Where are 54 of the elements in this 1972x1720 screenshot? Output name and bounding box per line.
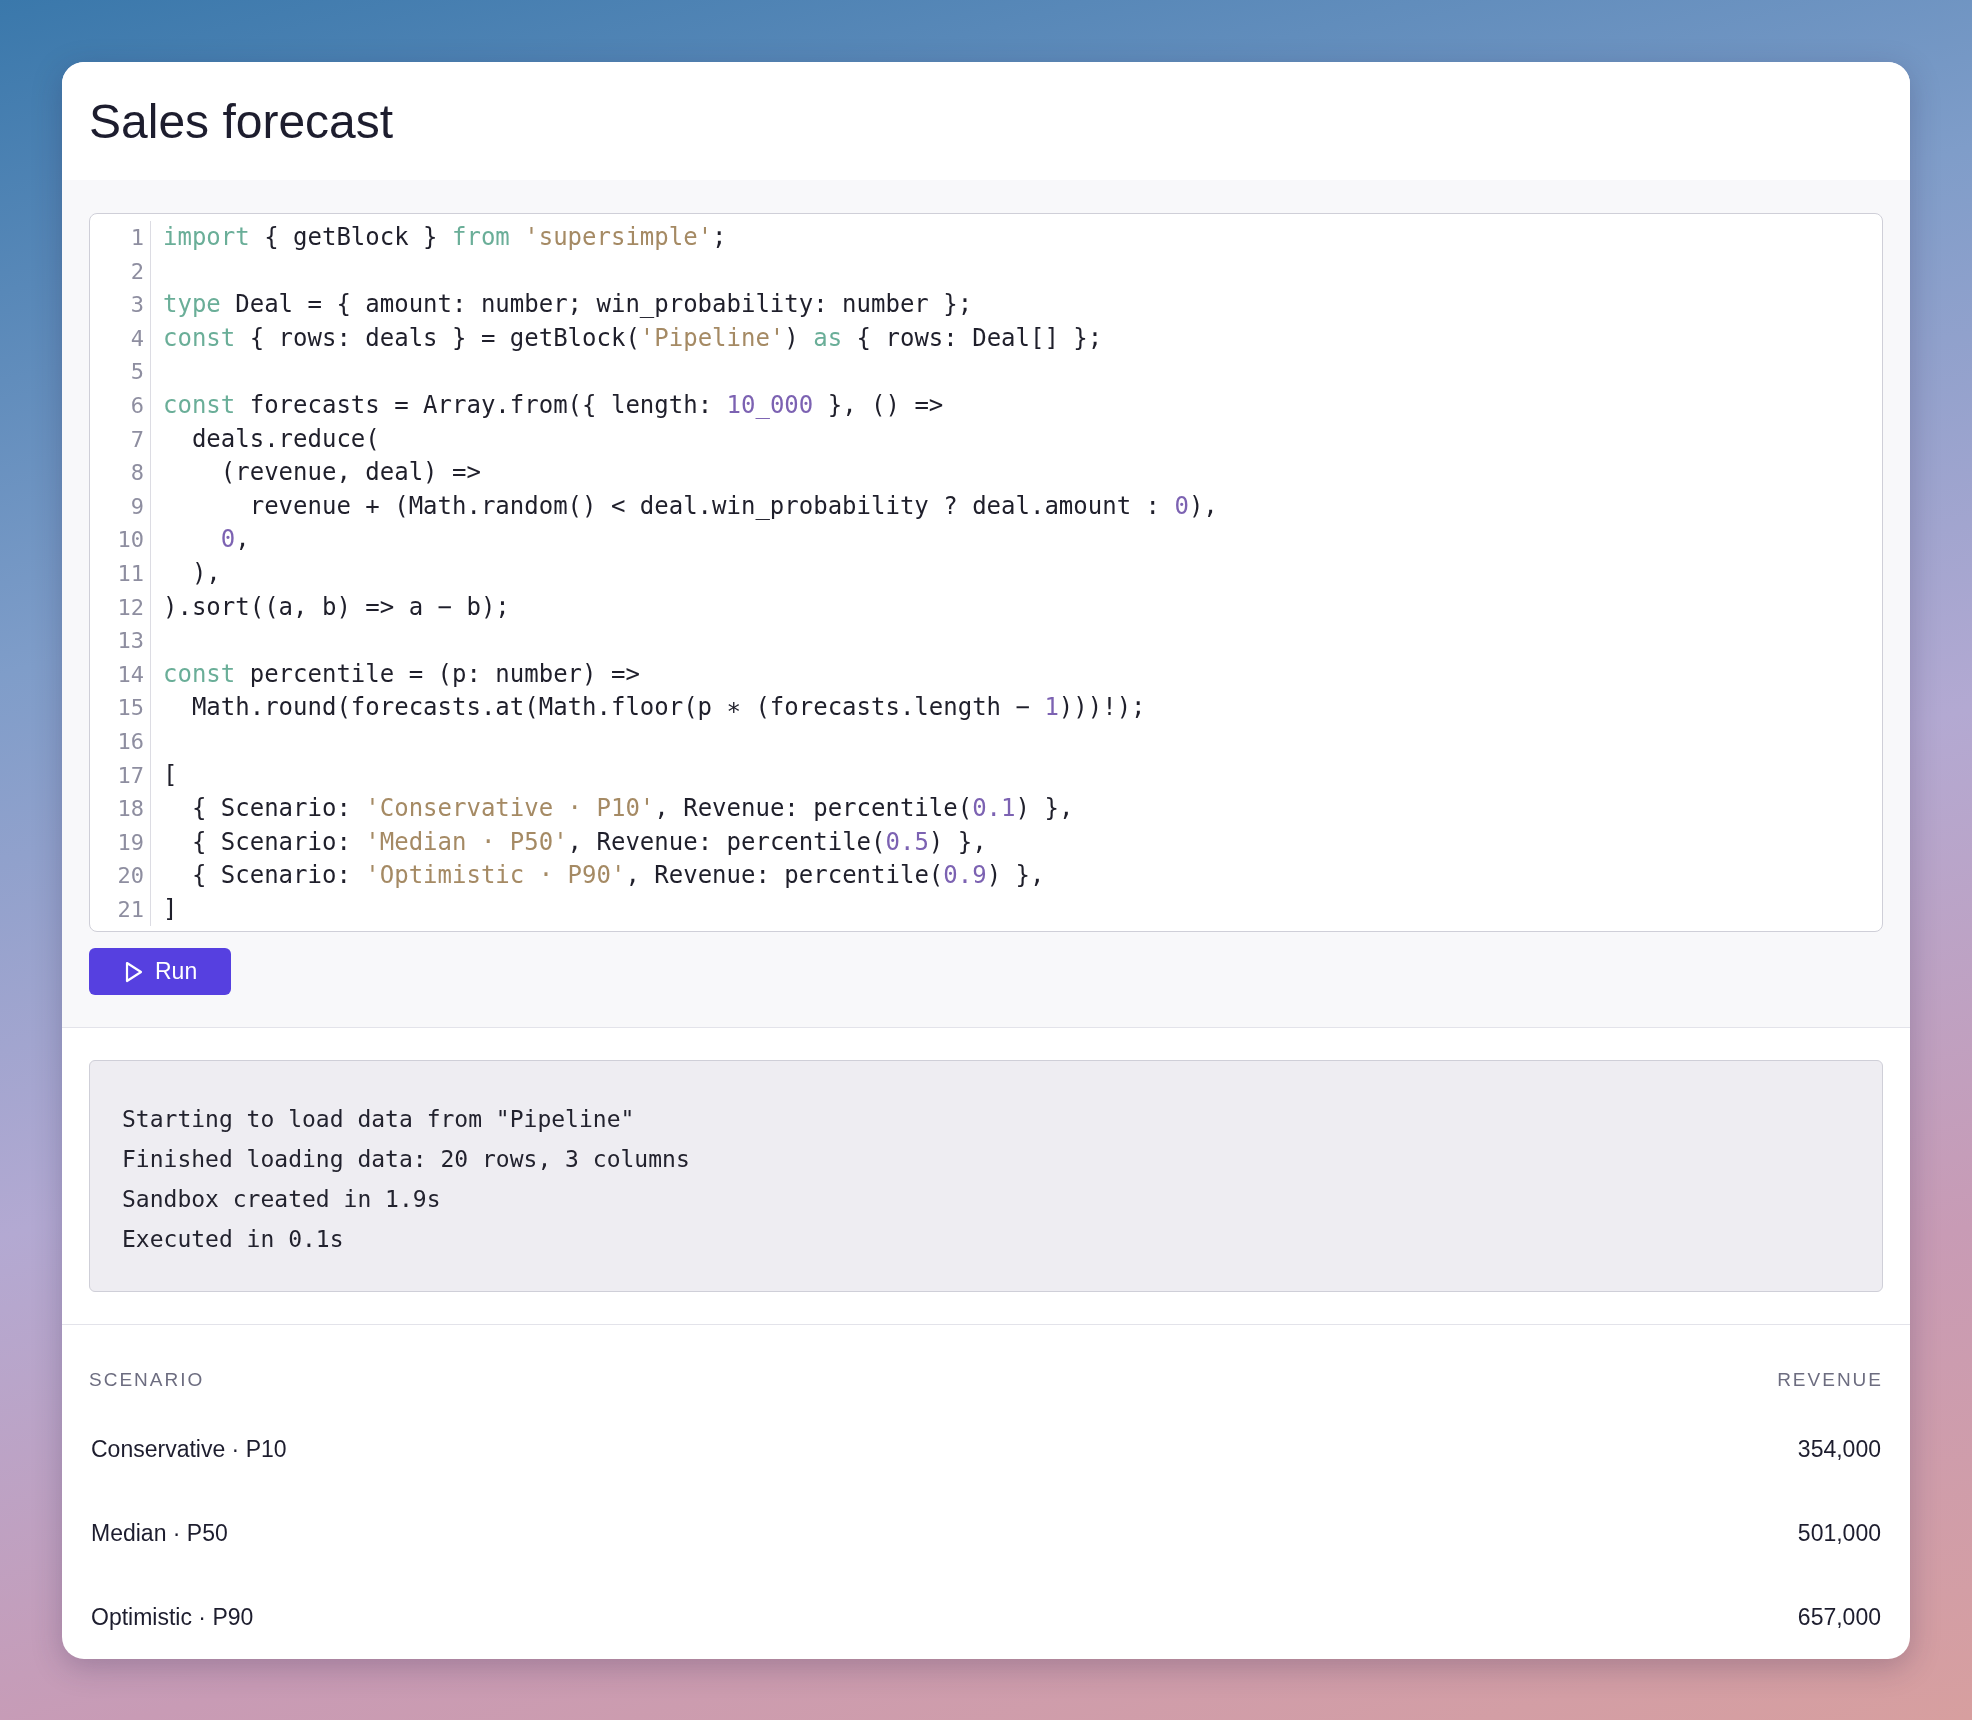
line-number: 7 xyxy=(129,425,144,454)
table-cell: Conservative · P10 xyxy=(91,1435,287,1463)
line-number: 9 xyxy=(129,492,144,521)
code-line: const forecasts = Array.from({ length: 10_000 }, () => xyxy=(163,389,944,421)
code-line: type Deal = { amount: number; win_probability: number }; xyxy=(163,289,973,321)
line-number: 18 xyxy=(116,795,144,824)
code-line: revenue + (Math.random() < deal.win_probability ? deal.amount : 0), xyxy=(248,490,1218,522)
table-cell: 501,000 xyxy=(1797,1519,1881,1547)
column-header: SCENARIO xyxy=(89,1369,205,1392)
code-line: { Scenario: 'Conservative · P10', Revenue: percentile(0.1) }, xyxy=(190,793,1074,825)
code-line: import { getBlock } from 'supersimple'; xyxy=(163,222,727,253)
line-number: 17 xyxy=(116,761,144,790)
line-number: 11 xyxy=(116,559,144,588)
code-line: { Scenario: 'Optimistic · P90', Revenue: percentile(0.9) }, xyxy=(190,860,1045,892)
line-number: 21 xyxy=(116,895,144,924)
table-cell: 657,000 xyxy=(1797,1603,1881,1631)
console-line: Executed in 0.1s xyxy=(122,1225,345,1255)
play-icon xyxy=(125,960,143,983)
table-cell: 354,000 xyxy=(1797,1435,1881,1463)
line-number: 8 xyxy=(129,459,144,488)
line-number: 12 xyxy=(116,593,144,622)
line-number: 16 xyxy=(116,727,144,756)
console-line: Starting to load data from "Pipeline" xyxy=(122,1105,636,1135)
line-number: 3 xyxy=(129,291,144,320)
line-number: 19 xyxy=(116,828,144,857)
line-number: 13 xyxy=(116,627,144,656)
code-line: ] xyxy=(163,893,178,925)
line-number: 6 xyxy=(129,391,144,420)
code-line: const percentile = (p: number) => xyxy=(163,658,640,690)
page-title: Sales forecast xyxy=(89,94,395,150)
code-line: ), xyxy=(190,557,221,589)
line-number: 2 xyxy=(129,257,144,286)
line-number: 15 xyxy=(116,694,144,723)
code-line: { Scenario: 'Median · P50', Revenue: percentile(0.5) }, xyxy=(190,826,987,858)
line-number: 5 xyxy=(129,358,144,387)
console-line: Sandbox created in 1.9s xyxy=(122,1185,442,1215)
line-number: 10 xyxy=(116,526,144,555)
line-number: 1 xyxy=(129,224,144,252)
code-line: [ xyxy=(163,759,178,791)
line-number: 14 xyxy=(116,660,144,689)
line-number: 20 xyxy=(116,862,144,891)
column-header: REVENUE xyxy=(1777,1369,1883,1392)
code-line: ).sort((a, b) => a − b); xyxy=(163,591,510,623)
code-editor[interactable] xyxy=(89,213,1883,933)
line-number: 4 xyxy=(129,324,144,353)
code-line: Math.round(forecasts.at(Math.floor(p ∗ (forecasts.length − 1)))!); xyxy=(190,692,1146,724)
code-line: deals.reduce( xyxy=(190,423,380,455)
table-cell: Median · P50 xyxy=(91,1519,228,1547)
code-line: 0, xyxy=(219,524,250,556)
table-cell: Optimistic · P90 xyxy=(91,1603,254,1631)
code-line: const { rows: deals } = getBlock('Pipeline') as { rows: Deal[] }; xyxy=(163,322,1103,354)
run-button[interactable]: Run xyxy=(89,948,232,996)
console-line: Finished loading data: 20 rows, 3 columns xyxy=(122,1145,691,1175)
code-line: (revenue, deal) => xyxy=(219,457,481,489)
